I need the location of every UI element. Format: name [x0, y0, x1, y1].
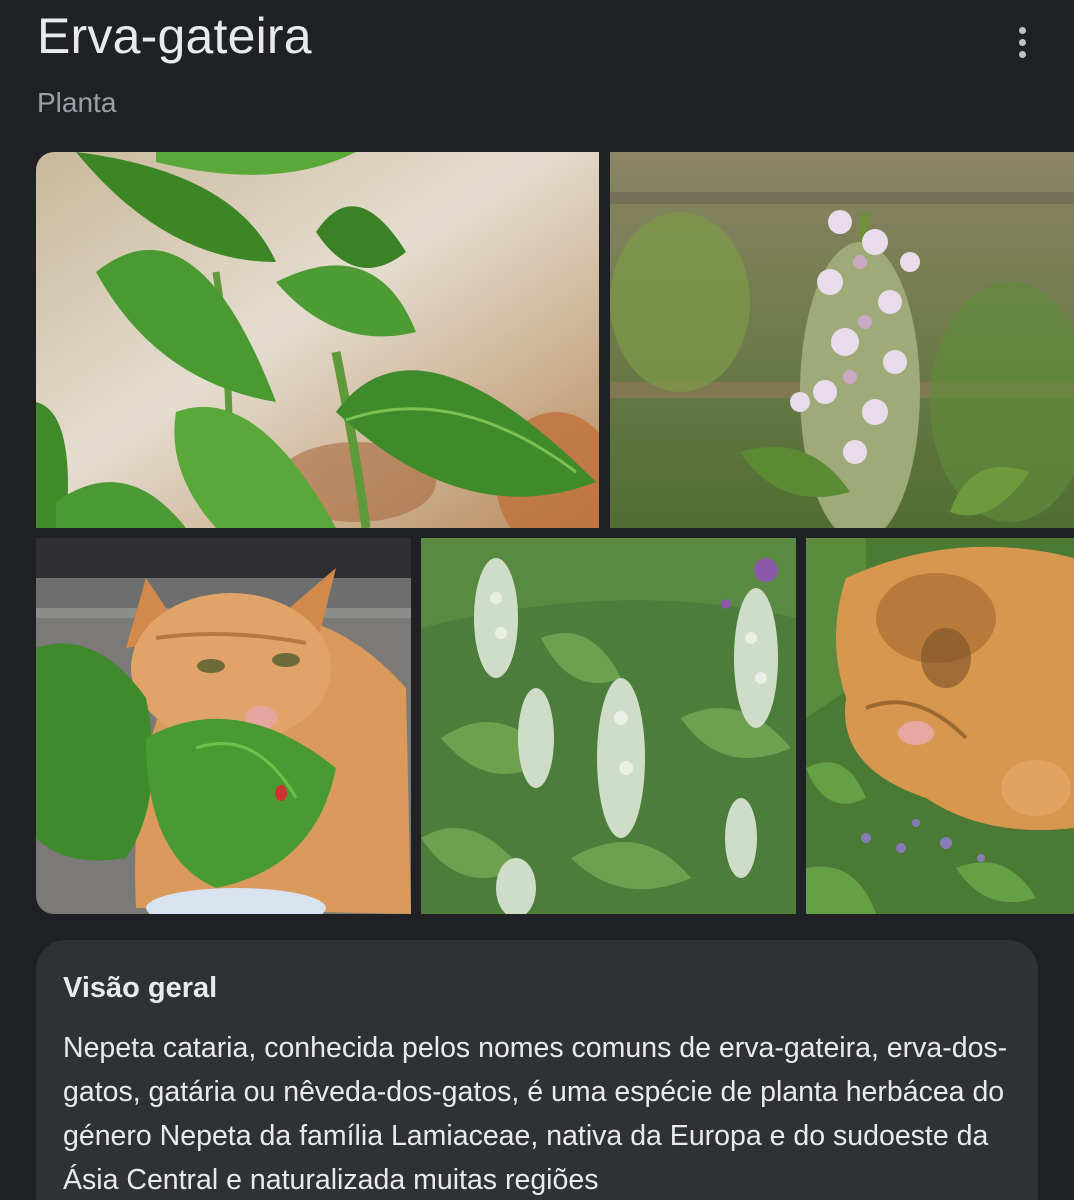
page-title: Erva-gateira [37, 8, 312, 64]
page-subtitle: Planta [37, 87, 117, 118]
overview-title: Visão geral [63, 972, 218, 1004]
more-vert-icon[interactable] [1003, 22, 1041, 62]
gallery-image-leaves[interactable] [36, 152, 599, 528]
gallery-image-cat-pot[interactable] [36, 538, 411, 914]
gallery-image-flowering-plants[interactable] [421, 538, 796, 914]
panel-header: Erva-gateira Planta [37, 6, 312, 120]
overview-card: Visão geral Nepeta cataria, conhecida pe… [36, 940, 1038, 1200]
gallery-image-cat-rolling[interactable] [806, 538, 1074, 914]
image-gallery [36, 152, 1074, 914]
gallery-image-flower-spike[interactable] [610, 152, 1074, 528]
overview-text: Nepeta cataria, conhecida pelos nomes co… [63, 1032, 1008, 1196]
knowledge-panel: Erva-gateira Planta Visão geral Nepeta c… [0, 0, 1074, 1200]
